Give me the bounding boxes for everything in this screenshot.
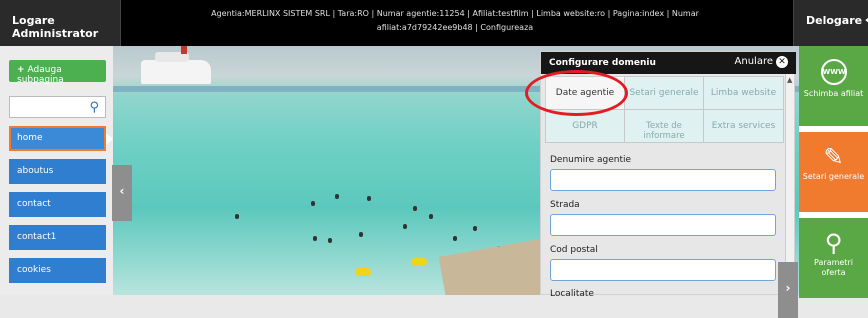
- tab-label: Extra services: [711, 121, 776, 131]
- general-settings-button[interactable]: ✎ Setari generale: [799, 132, 868, 212]
- swimmer: [403, 224, 407, 229]
- search-icon: ⚲: [824, 229, 843, 257]
- sidebar-item-contact1[interactable]: contact1: [9, 225, 106, 250]
- tab-label: Setari generale: [629, 88, 699, 98]
- top-bar: Logare Administrator Agentia:MERLINX SIS…: [0, 0, 868, 46]
- sidebar-item-cookies[interactable]: cookies: [9, 258, 106, 283]
- swimmer: [313, 236, 317, 241]
- offer-parameters-button[interactable]: ⚲ Parametri oferta: [799, 218, 868, 298]
- agency-info-line2[interactable]: afiliat:a7d79242ee9b48 | Configureaza: [130, 21, 780, 35]
- field-label-cod-postal: Cod postal: [550, 245, 598, 255]
- strada-field[interactable]: [550, 214, 776, 236]
- denumire-agentie-field[interactable]: [550, 169, 776, 191]
- tab-texte-de-informare[interactable]: Texte de informare: [624, 109, 704, 143]
- swimmer: [413, 206, 417, 211]
- change-affiliate-button[interactable]: WWW Schimba afiliat: [799, 46, 868, 126]
- agency-info-line1: Agentia:MERLINX SISTEM SRL | Tara:RO | N…: [211, 9, 699, 18]
- panel-title: Configurare domeniu: [549, 58, 656, 68]
- sidebar-item-label: cookies: [17, 265, 51, 275]
- swimmer: [311, 201, 315, 206]
- tab-limba-website[interactable]: Limba website: [703, 76, 784, 110]
- cruise-ship: [141, 46, 211, 84]
- sidebar-item-label: contact1: [17, 232, 57, 242]
- logout-label: Delogare: [806, 14, 863, 27]
- sidebar-item-label: contact: [17, 199, 51, 209]
- tab-extra-services[interactable]: Extra services: [703, 109, 784, 143]
- add-subpage-button[interactable]: + Adauga subpagina: [9, 60, 106, 85]
- logout-button[interactable]: Delogare🡄: [793, 0, 868, 46]
- sidebar-item-label: home: [17, 133, 43, 143]
- edit-icon: ✎: [823, 143, 844, 171]
- sidebar-item-home[interactable]: home: [9, 126, 113, 151]
- swimmer: [429, 214, 433, 219]
- cancel-button[interactable]: Anulare ✕: [735, 56, 788, 68]
- offer-parameters-label: Parametri oferta: [814, 258, 853, 277]
- swimmer: [453, 236, 457, 241]
- scroll-up-icon[interactable]: ▲: [787, 76, 792, 84]
- swimmer: [359, 232, 363, 237]
- agency-info: Agentia:MERLINX SISTEM SRL | Tara:RO | N…: [130, 7, 780, 35]
- slider-next-button[interactable]: ›: [778, 262, 798, 318]
- plus-icon: +: [17, 65, 25, 75]
- change-affiliate-label: Schimba afiliat: [803, 89, 864, 98]
- tab-label: Limba website: [710, 88, 777, 98]
- globe-icon: WWW: [820, 59, 847, 85]
- sidebar-item-label: aboutus: [17, 166, 54, 176]
- field-label-denumire: Denumire agentie: [550, 155, 632, 165]
- search-input[interactable]: ⚲: [9, 96, 106, 118]
- field-label-strada: Strada: [550, 200, 580, 210]
- right-action-bar: WWW Schimba afiliat ✎ Setari generale ⚲ …: [799, 46, 868, 298]
- field-label-localitate: Localitate: [550, 289, 594, 299]
- tab-label: GDPR: [572, 121, 598, 131]
- general-settings-label: Setari generale: [802, 172, 865, 181]
- sidebar-item-aboutus[interactable]: aboutus: [9, 159, 106, 184]
- swimmer: [335, 194, 339, 199]
- sidebar-item-contact[interactable]: contact: [9, 192, 106, 217]
- cod-postal-field[interactable]: [550, 259, 776, 281]
- pool-float: [355, 268, 371, 276]
- highlight-circle: [525, 70, 628, 116]
- swimmer: [328, 238, 332, 243]
- swimmer: [367, 196, 371, 201]
- tab-setari-generale[interactable]: Setari generale: [624, 76, 704, 110]
- swimmer: [473, 226, 477, 231]
- close-icon: ✕: [776, 56, 788, 68]
- swimmer: [235, 214, 239, 219]
- tab-label: Texte de informare: [643, 121, 685, 141]
- search-icon[interactable]: ⚲: [89, 100, 99, 115]
- left-sidebar: + Adauga subpagina ⚲ home aboutus contact…: [0, 46, 113, 295]
- cancel-label: Anulare: [734, 56, 773, 67]
- pool-float: [411, 258, 427, 266]
- admin-label: Logare Administrator: [0, 0, 121, 46]
- slider-prev-button[interactable]: ‹: [112, 165, 132, 221]
